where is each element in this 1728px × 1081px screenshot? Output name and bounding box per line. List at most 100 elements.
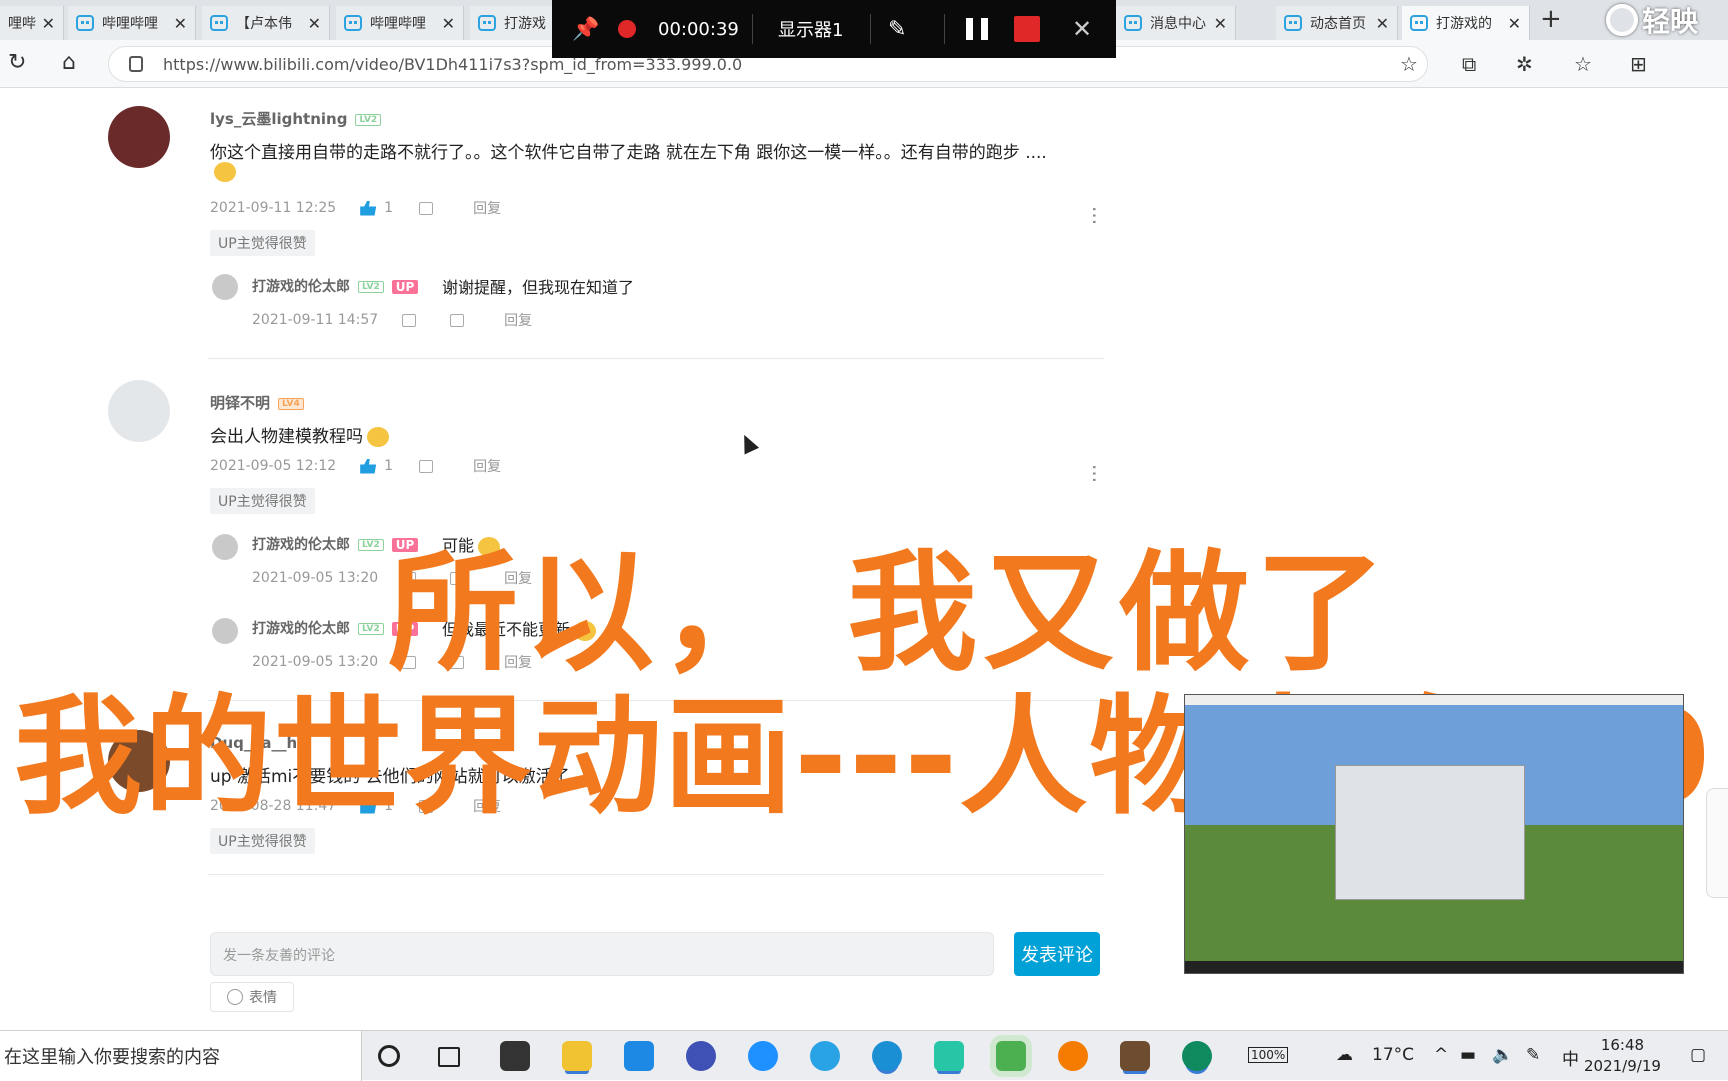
reply-button[interactable]: 回复 [473, 456, 501, 476]
browser-tab[interactable]: 哔哩哔哩 ✕ [336, 6, 464, 40]
minecraft-icon[interactable] [1120, 1041, 1150, 1071]
browser-e-icon[interactable] [810, 1041, 840, 1071]
close-recorder-icon[interactable]: ✕ [1072, 15, 1092, 43]
avatar[interactable] [212, 534, 238, 560]
comment-text: 会出人物建模教程吗 [210, 422, 389, 447]
like-count: 1 [384, 458, 394, 474]
browser-tab[interactable]: 打游戏 [470, 6, 560, 40]
close-tab-icon[interactable]: ✕ [1376, 14, 1389, 33]
comment-body: 你这个直接用自带的走路不就行了。。这个软件它自带了走路 就在左下角 跟你这一模一… [210, 143, 1047, 163]
reply-button[interactable]: 回复 [473, 198, 501, 218]
avatar[interactable] [212, 274, 238, 300]
system-clock[interactable]: 16:48 2021/9/19 [1584, 1035, 1661, 1077]
notifications-icon[interactable]: ▢ [1690, 1045, 1706, 1065]
pin-icon[interactable]: 📌 [572, 17, 599, 42]
thumbs-down-icon[interactable] [450, 313, 465, 327]
more-options-icon[interactable]: ··· [1082, 464, 1106, 483]
app-l-icon[interactable] [686, 1041, 716, 1071]
app-green-icon[interactable] [934, 1041, 964, 1071]
level-badge: LV2 [358, 281, 384, 293]
reply-username[interactable]: 打游戏的伦太郎 LV2 UP [252, 276, 419, 296]
internet-explorer-icon[interactable] [748, 1041, 778, 1071]
stop-button[interactable] [1014, 16, 1040, 42]
immersive-reader-icon[interactable]: ⧉ [1462, 52, 1476, 76]
username-text: 打游戏的伦太郎 [252, 621, 350, 637]
collections-icon[interactable]: ⊞ [1630, 52, 1647, 76]
browser-tab[interactable]: 动态首页 ✕ [1276, 6, 1398, 40]
like-count: 1 [384, 200, 394, 216]
pause-button[interactable] [966, 18, 988, 40]
like-button[interactable]: 1 [360, 458, 393, 474]
screen-recorder-toolbar: 📌 00:00:39 显示器1 ✎ ✕ [552, 0, 1116, 58]
favorite-star-icon[interactable]: ☆ [1400, 52, 1418, 76]
tab-label: 动态首页 [1310, 16, 1366, 32]
close-tab-icon[interactable]: ✕ [1214, 14, 1227, 33]
close-tab-icon[interactable]: ✕ [42, 14, 55, 33]
comment-input[interactable]: 发一条友善的评论 [210, 932, 994, 976]
comment-body: 会出人物建模教程吗 [210, 427, 363, 447]
app-orange-icon[interactable] [1058, 1041, 1088, 1071]
username-text: 打游戏的伦太郎 [252, 279, 350, 295]
like-button[interactable]: 1 [360, 200, 393, 216]
favorites-icon[interactable]: ☆ [1574, 52, 1592, 76]
browser-tab[interactable]: 消息中心 ✕ [1116, 6, 1236, 40]
display-selector[interactable]: 显示器1 [778, 16, 843, 42]
clock-date: 2021/9/19 [1584, 1057, 1661, 1075]
picture-in-picture-preview[interactable] [1184, 694, 1684, 974]
bilibili-icon [76, 15, 94, 31]
browser-tab[interactable]: 哩哔哩 ✕ [0, 6, 64, 40]
close-tab-icon[interactable]: ✕ [174, 14, 187, 33]
toolbar-divider [944, 14, 945, 44]
recording-time: 00:00:39 [658, 18, 739, 40]
ime-indicator[interactable]: 中 [1562, 1045, 1579, 1070]
browser-tab[interactable]: 【卢本伟 ✕ [202, 6, 330, 40]
refresh-icon[interactable]: ↻ [8, 50, 26, 75]
task-view-icon[interactable] [438, 1047, 460, 1067]
battery-icon[interactable]: 100% [1248, 1047, 1289, 1063]
bilibili-icon [344, 15, 362, 31]
edge-icon[interactable] [872, 1041, 902, 1071]
reply-meta: 2021-09-11 14:57 回复 [252, 310, 532, 330]
wechat-icon[interactable] [996, 1041, 1026, 1071]
show-hidden-icons-icon[interactable]: ^ [1434, 1045, 1448, 1065]
bilibili-icon [1410, 15, 1428, 31]
weather-icon[interactable]: ☁ [1336, 1045, 1353, 1065]
thumbs-down-icon[interactable] [419, 201, 434, 215]
comment-text: 你这个直接用自带的走路不就行了。。这个软件它自带了走路 就在左下角 跟你这一模一… [210, 138, 1100, 163]
close-tab-icon[interactable]: ✕ [1508, 14, 1521, 33]
file-explorer-icon[interactable] [562, 1041, 592, 1071]
reply-time: 2021-09-05 13:20 [252, 570, 379, 586]
mail-icon[interactable] [624, 1041, 654, 1071]
new-tab-button[interactable]: + [1540, 4, 1562, 34]
comment-username[interactable]: 明铎不明 LV4 [210, 392, 304, 413]
like-button[interactable] [402, 313, 424, 327]
home-icon[interactable]: ⌂ [62, 50, 76, 75]
reply-button[interactable]: 回复 [504, 310, 532, 330]
post-comment-button[interactable]: 发表评论 [1014, 932, 1100, 976]
taskbar-search[interactable]: 在这里输入你要搜索的内容 [0, 1031, 362, 1081]
pen-icon[interactable]: ✎ [1526, 1045, 1540, 1065]
more-options-icon[interactable]: ··· [1082, 206, 1106, 225]
extensions-icon[interactable]: ✲ [1516, 52, 1533, 76]
cortana-icon[interactable] [378, 1045, 400, 1067]
tab-label: 打游戏的 [1436, 16, 1492, 32]
network-icon[interactable]: ▬ [1460, 1045, 1476, 1065]
comment-username[interactable]: lys_云墨lightning LV2 [210, 108, 382, 129]
recorder-app-icon[interactable] [1182, 1041, 1212, 1071]
avatar[interactable] [212, 618, 238, 644]
close-tab-icon[interactable]: ✕ [308, 14, 321, 33]
tab-label: 【卢本伟 [236, 16, 292, 32]
avatar[interactable] [108, 106, 170, 168]
toolbar-divider [752, 14, 753, 44]
thumbs-down-icon[interactable] [419, 459, 434, 473]
emoji-picker-button[interactable]: 表情 [210, 982, 294, 1012]
volume-icon[interactable]: 🔈 [1492, 1045, 1513, 1065]
browser-tab-active[interactable]: 打游戏的 ✕ [1402, 6, 1530, 40]
annotate-pen-icon[interactable]: ✎ [888, 17, 906, 42]
browser-tab[interactable]: 哔哩哔哩 ✕ [68, 6, 196, 40]
close-tab-icon[interactable]: ✕ [442, 14, 455, 33]
avatar[interactable] [108, 380, 170, 442]
store-icon[interactable] [500, 1041, 530, 1071]
weather-temp[interactable]: 17°C [1372, 1045, 1414, 1065]
pip-titlebar [1185, 695, 1683, 705]
